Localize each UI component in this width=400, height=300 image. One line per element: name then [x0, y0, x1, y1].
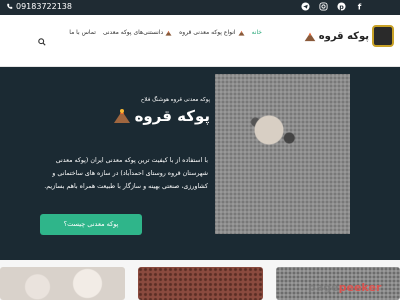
product-card-white-pumice[interactable] [0, 267, 125, 300]
instagram-icon[interactable] [319, 2, 328, 11]
social-links: p f [301, 2, 364, 12]
logo-text: پوکه قروه [318, 30, 369, 42]
product-cards [0, 260, 400, 300]
telegram-icon[interactable] [301, 2, 310, 11]
site-header: پوکه قروه خانه انواع پوکه معدنی قروه دان… [0, 15, 400, 67]
volcano-icon [238, 30, 245, 36]
volcano-icon [113, 109, 130, 123]
hero-title: پوکه قروه [134, 107, 210, 125]
product-card-red-pumice[interactable] [138, 267, 263, 300]
svg-text:p: p [339, 4, 344, 11]
nav-item-home[interactable]: خانه [252, 29, 262, 36]
nav-item-pumice-facts[interactable]: دانستنی‌های پوکه معدنی [103, 29, 172, 36]
top-bar: 09183722138 p f [0, 0, 400, 15]
hero-section: پوکه معدنی قروه هوشنگ فلاح پوکه قروه با … [0, 67, 400, 260]
phone-contact[interactable]: 09183722138 [6, 2, 72, 11]
facebook-icon[interactable]: f [355, 2, 364, 12]
hero-subtitle: پوکه معدنی قروه هوشنگ فلاح [140, 97, 210, 103]
svg-text:f: f [358, 2, 362, 11]
pinterest-icon[interactable]: p [337, 2, 346, 11]
volcano-icon [165, 30, 172, 36]
what-is-pumice-button[interactable]: پوکه معدنی چیست؟ [40, 214, 142, 235]
hero-title-wrap: پوکه قروه [113, 107, 210, 125]
hero-image-pumice-in-hand [215, 74, 350, 234]
watermark: pagepeeker [308, 281, 382, 294]
volcano-icon [304, 32, 316, 41]
phone-number: 09183722138 [16, 2, 72, 11]
search-icon[interactable] [38, 31, 46, 46]
hero-description: با استفاده از با کیفیت ترین پوکه معدنی ا… [44, 157, 208, 190]
nav-item-contact[interactable]: تماس با ما [69, 29, 96, 36]
nav-item-pumice-types[interactable]: انواع پوکه معدنی قروه [179, 29, 245, 36]
main-nav: خانه انواع پوکه معدنی قروه دانستنی‌های پ… [69, 29, 262, 36]
logo-badge [372, 25, 394, 47]
phone-icon [7, 3, 13, 9]
site-logo[interactable]: پوکه قروه [304, 25, 394, 47]
